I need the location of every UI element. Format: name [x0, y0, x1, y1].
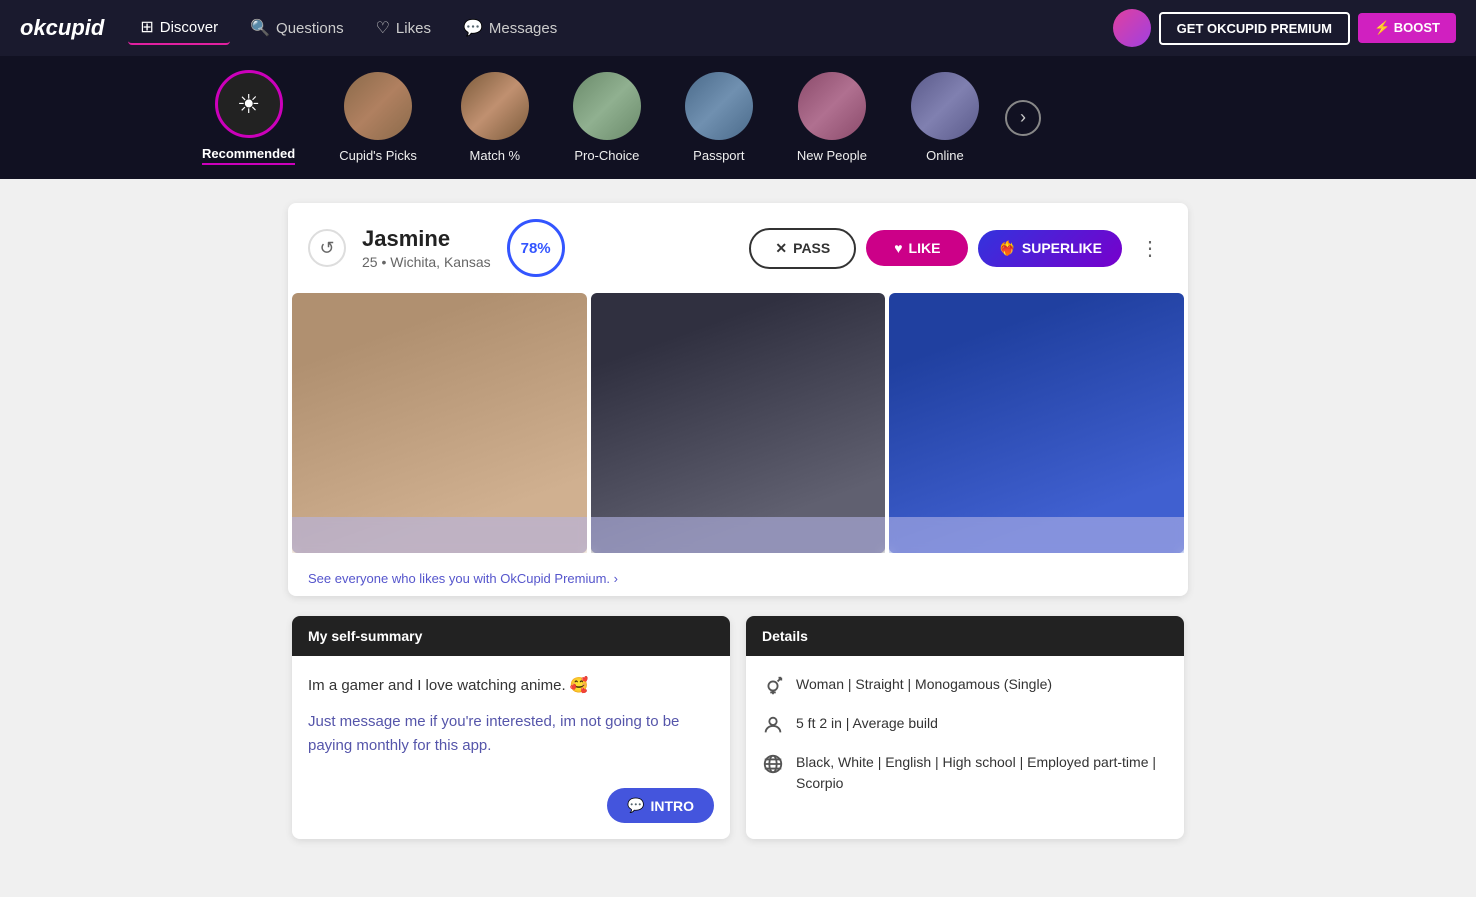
category-label-cupids: Cupid's Picks	[339, 148, 417, 163]
nav-questions[interactable]: 🔍 Questions	[238, 12, 355, 44]
premium-likes-link[interactable]: See everyone who likes you with OkCupid …	[288, 557, 638, 596]
category-online[interactable]: Online	[889, 58, 1001, 177]
profile-photo-2[interactable]	[591, 293, 886, 553]
nav-messages[interactable]: 💬 Messages	[451, 12, 569, 44]
discover-icon: ⊞	[140, 17, 153, 37]
detail-height-text: 5 ft 2 in | Average build	[796, 713, 938, 734]
new-people-thumb	[798, 72, 866, 140]
recommended-thumb: ☀	[215, 70, 283, 138]
profile-name-block: Jasmine 25 • Wichita, Kansas	[362, 226, 491, 270]
main-content: ↺ Jasmine 25 • Wichita, Kansas 78% ✕ PAS…	[268, 203, 1208, 839]
pass-button[interactable]: ✕ PASS	[749, 228, 856, 269]
profile-photo-1[interactable]	[292, 293, 587, 553]
questions-icon: 🔍	[250, 18, 270, 38]
detail-gender: Woman | Straight | Monogamous (Single)	[762, 674, 1168, 697]
premium-button[interactable]: GET OKCUPID PREMIUM	[1159, 12, 1350, 45]
detail-height: 5 ft 2 in | Average build	[762, 713, 1168, 736]
messages-icon: 💬	[463, 18, 483, 38]
detail-background-text: Black, White | English | High school | E…	[796, 752, 1168, 794]
summary-p1: Im a gamer and I love watching anime. 🥰	[308, 674, 714, 698]
undo-icon: ↺	[319, 238, 334, 259]
self-summary-footer: 💬 INTRO	[292, 776, 730, 839]
profile-card: ↺ Jasmine 25 • Wichita, Kansas 78% ✕ PAS…	[288, 203, 1188, 596]
cupids-picks-thumb	[344, 72, 412, 140]
category-recommended[interactable]: ☀ Recommended	[180, 56, 317, 179]
detail-background: Black, White | English | High school | E…	[762, 752, 1168, 794]
more-options-button[interactable]: ⋮	[1132, 232, 1168, 265]
match-percentage: 78%	[507, 219, 565, 277]
category-label-newpeople: New People	[797, 148, 867, 163]
details-header: Details	[746, 616, 1184, 656]
photo-blur-2	[591, 517, 886, 553]
pro-choice-thumb	[573, 72, 641, 140]
pass-icon: ✕	[775, 240, 787, 257]
undo-button[interactable]: ↺	[308, 229, 346, 267]
self-summary-section: My self-summary Im a gamer and I love wa…	[292, 616, 730, 839]
categories-next-button[interactable]: ›	[1005, 100, 1041, 136]
sun-icon: ☀	[237, 89, 260, 120]
detail-gender-text: Woman | Straight | Monogamous (Single)	[796, 674, 1052, 695]
superlike-button[interactable]: ❤️‍🔥 SUPERLIKE	[978, 230, 1122, 267]
category-match[interactable]: Match %	[439, 58, 551, 177]
category-label-passport: Passport	[693, 148, 744, 163]
heart-icon: ♥	[894, 240, 902, 256]
category-label-online: Online	[926, 148, 964, 163]
action-buttons: ✕ PASS ♥ LIKE ❤️‍🔥 SUPERLIKE ⋮	[749, 228, 1168, 269]
self-summary-header: My self-summary	[292, 616, 730, 656]
category-label-recommended: Recommended	[202, 146, 295, 165]
superlike-icon: ❤️‍🔥	[998, 240, 1015, 257]
profile-age-location: 25 • Wichita, Kansas	[362, 254, 491, 270]
details-section: Details	[746, 616, 1184, 839]
online-thumb	[911, 72, 979, 140]
gender-icon	[762, 675, 784, 697]
height-icon	[762, 714, 784, 736]
details-list: Woman | Straight | Monogamous (Single) 5…	[762, 674, 1168, 794]
profile-photo-3[interactable]	[889, 293, 1184, 553]
match-thumb	[461, 72, 529, 140]
nav-bar: okcupid ⊞ Discover 🔍 Questions ♡ Likes 💬…	[0, 0, 1476, 56]
nav-discover[interactable]: ⊞ Discover	[128, 11, 230, 45]
category-label-match: Match %	[470, 148, 521, 163]
category-pro-choice[interactable]: Pro-Choice	[551, 58, 663, 177]
category-cupids-picks[interactable]: Cupid's Picks	[317, 58, 439, 177]
self-summary-body: Im a gamer and I love watching anime. 🥰 …	[292, 656, 730, 776]
nav-likes[interactable]: ♡ Likes	[364, 12, 443, 44]
intro-icon: 💬	[627, 797, 644, 814]
like-button[interactable]: ♥ LIKE	[866, 230, 968, 266]
category-new-people[interactable]: New People	[775, 58, 889, 177]
app-logo[interactable]: okcupid	[20, 15, 104, 41]
passport-thumb	[685, 72, 753, 140]
globe-icon	[762, 753, 784, 775]
summary-p2: Just message me if you're interested, im…	[308, 710, 714, 758]
category-label-prochoice: Pro-Choice	[574, 148, 639, 163]
category-passport[interactable]: Passport	[663, 58, 775, 177]
photos-row	[288, 293, 1188, 557]
photo-blur-3	[889, 517, 1184, 553]
likes-icon: ♡	[376, 18, 390, 38]
intro-button[interactable]: 💬 INTRO	[607, 788, 714, 823]
main-nav: okcupid ⊞ Discover 🔍 Questions ♡ Likes 💬…	[0, 0, 1476, 56]
profile-name: Jasmine	[362, 226, 491, 252]
categories-bar: ☀ Recommended Cupid's Picks Match % Pro-…	[0, 56, 1476, 179]
user-avatar[interactable]	[1113, 9, 1151, 47]
details-body: Woman | Straight | Monogamous (Single) 5…	[746, 656, 1184, 812]
photo-blur-1	[292, 517, 587, 553]
info-sections-row: My self-summary Im a gamer and I love wa…	[288, 616, 1188, 839]
profile-header: ↺ Jasmine 25 • Wichita, Kansas 78% ✕ PAS…	[288, 203, 1188, 293]
boost-button[interactable]: ⚡ BOOST	[1358, 13, 1456, 43]
